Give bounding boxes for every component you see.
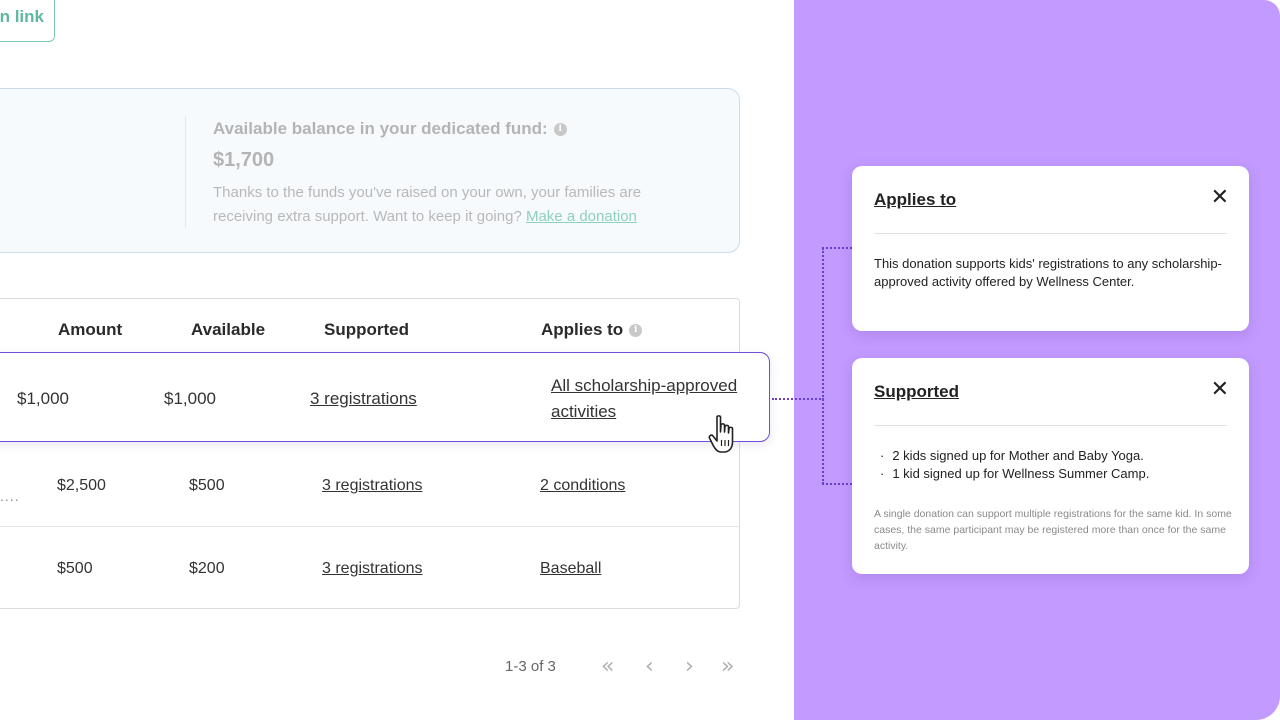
prev-page-icon[interactable]: ‹ [645, 654, 654, 679]
fund-description: Thanks to the funds you've raised on you… [213, 181, 693, 229]
row2-applies-to-link[interactable]: 2 conditions [540, 477, 625, 495]
next-page-icon[interactable]: › [685, 654, 694, 679]
fund-title: Available balance in your dedicated fund… [213, 119, 567, 139]
row2-available: $500 [189, 477, 225, 494]
close-icon[interactable]: ✕ [1211, 378, 1229, 400]
header-applies-to-label: Applies to [541, 320, 624, 339]
header-supported: Supported [324, 320, 409, 339]
card-divider [185, 116, 186, 228]
connector-line [772, 398, 824, 400]
applies-to-popover: Applies to ✕ This donation supports kids… [852, 166, 1249, 331]
popover-title: Supported [874, 382, 959, 401]
connector-line [822, 483, 852, 485]
copy-link-label: n link [0, 7, 44, 26]
fund-balance-card: Available balance in your dedicated fund… [0, 88, 740, 253]
make-donation-link[interactable]: Make a donation [526, 208, 637, 225]
popover-divider [874, 425, 1227, 426]
connector-line [822, 247, 852, 249]
row1-supported-link[interactable]: 3 registrations [310, 389, 417, 409]
row3-supported-link[interactable]: 3 registrations [322, 560, 423, 578]
popover-divider [874, 233, 1227, 234]
row3-applies-to-link[interactable]: Baseball [540, 560, 601, 578]
first-page-icon[interactable]: « [601, 654, 614, 679]
supported-popover: Supported ✕ 2 kids signed up for Mother … [852, 358, 1249, 574]
pagination-range: 1-3 of 3 [505, 658, 556, 675]
fund-amount: $1,700 [213, 149, 275, 171]
popover-title: Applies to [874, 190, 957, 209]
truncated-name: .... [0, 488, 20, 504]
registrations-list: 2 kids signed up for Mother and Baby Yog… [880, 447, 1149, 483]
list-item: 1 kid signed up for Wellness Summer Camp… [880, 465, 1149, 483]
header-available: Available [191, 320, 266, 339]
table-row-highlighted[interactable]: $1,000 $1,000 3 registrations All schola… [0, 352, 770, 442]
copy-link-button[interactable]: n link [0, 0, 55, 42]
row3-available: $200 [189, 560, 225, 577]
row2-amount: $2,500 [57, 477, 106, 494]
fund-title-text: Available balance in your dedicated fund… [213, 119, 548, 138]
last-page-icon[interactable]: » [721, 654, 734, 679]
row1-available: $1,000 [164, 389, 216, 408]
row1-amount: $1,000 [17, 389, 69, 408]
list-item: 2 kids signed up for Mother and Baby Yog… [880, 447, 1149, 465]
info-icon[interactable]: i [553, 123, 567, 137]
header-amount: Amount [58, 320, 123, 339]
row-divider [0, 526, 740, 527]
row1-applies-to-link-line2[interactable]: activities [551, 402, 616, 422]
row2-supported-link[interactable]: 3 registrations [322, 477, 423, 495]
row1-applies-to-link-line1[interactable]: All scholarship-approved [551, 376, 737, 396]
row3-amount: $500 [57, 560, 93, 577]
connector-line [822, 248, 824, 484]
close-icon[interactable]: ✕ [1211, 186, 1229, 208]
header-applies-to: Applies to i [541, 320, 643, 340]
hand-cursor-icon [708, 415, 734, 453]
popover-body: This donation supports kids' registratio… [874, 256, 1222, 289]
info-icon[interactable]: i [629, 324, 643, 338]
popover-note: A single donation can support multiple r… [874, 508, 1232, 552]
